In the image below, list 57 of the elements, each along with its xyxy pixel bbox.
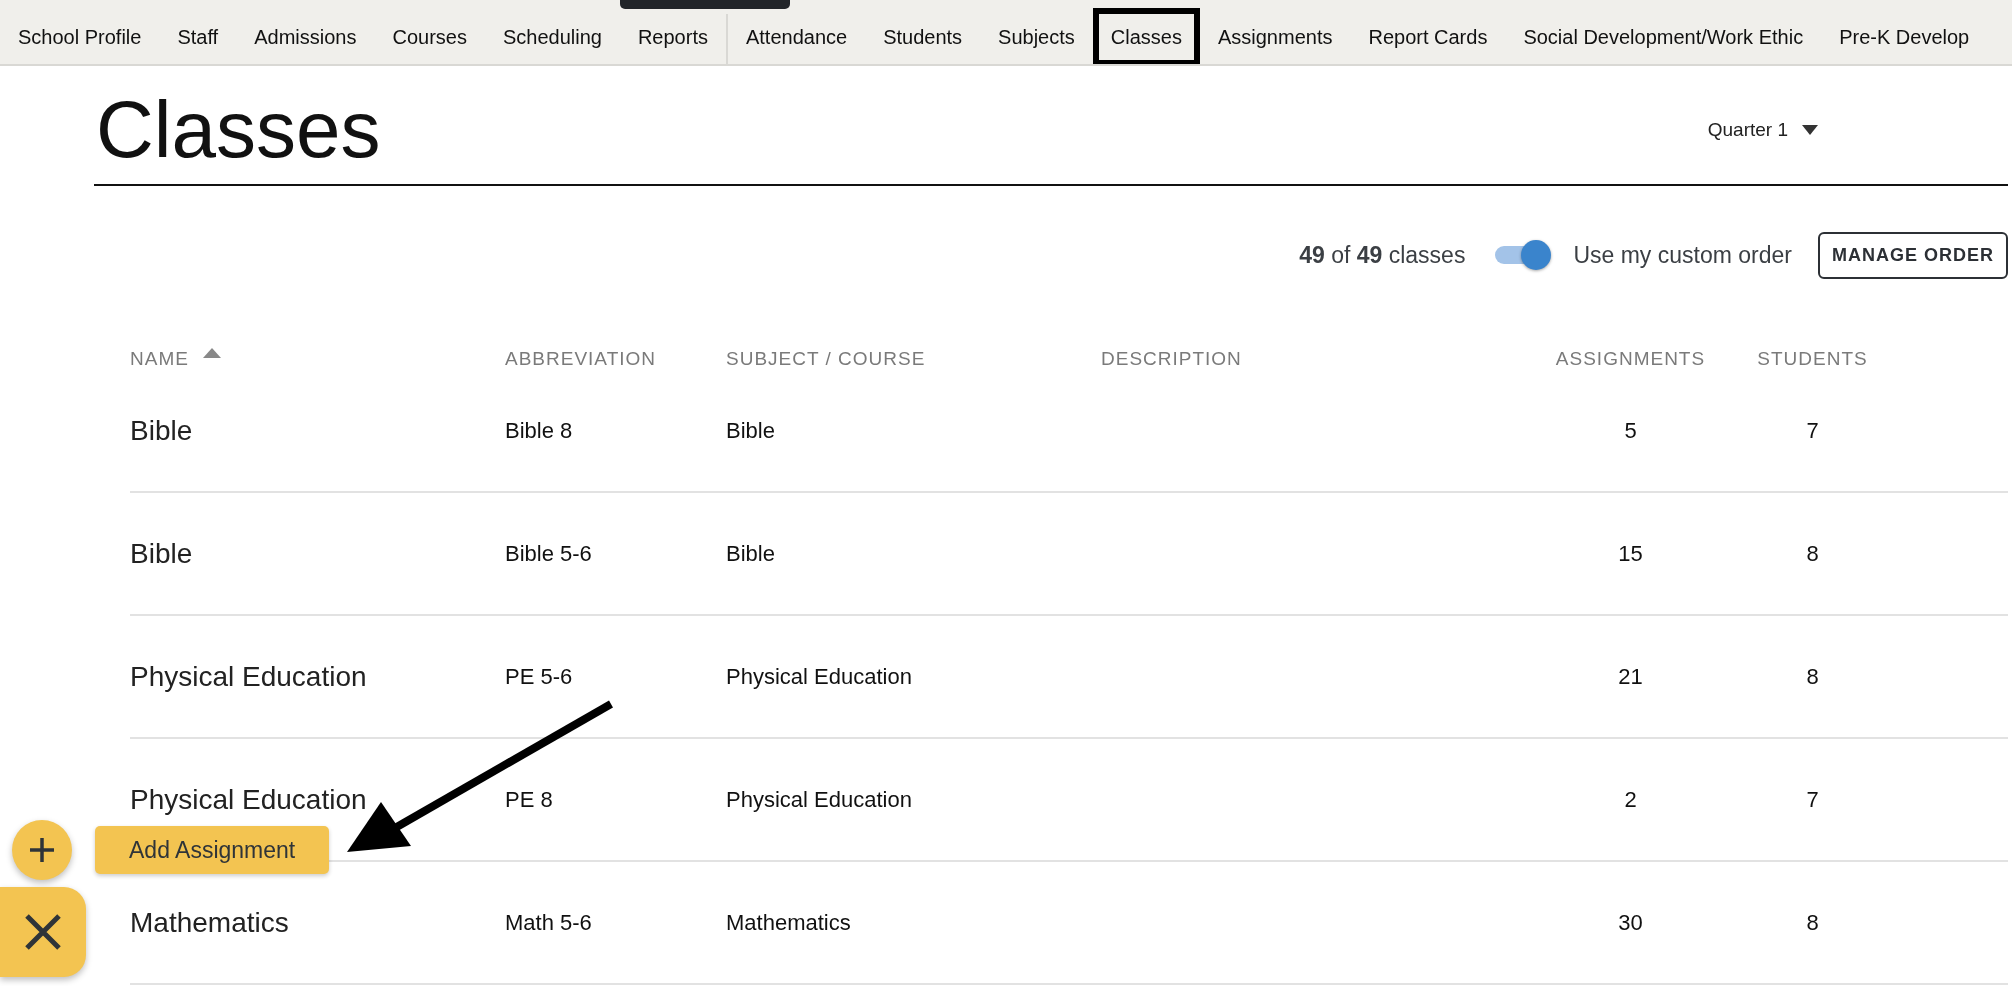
caret-icon — [1802, 125, 1818, 135]
table-cell: Bible — [726, 417, 775, 443]
table-cell: 7 — [1806, 417, 1819, 443]
column-header[interactable]: ASSIGNMENTS — [1555, 348, 1706, 370]
term-dropdown[interactable]: Quarter 1 — [1701, 118, 1824, 142]
table-cell: Bible — [130, 537, 193, 569]
add-button[interactable] — [12, 820, 72, 880]
table-cell: Physical Education — [726, 663, 912, 689]
sort-icon[interactable] — [202, 348, 221, 358]
nav-tab[interactable]: Social Development/Work Ethic — [1505, 8, 1822, 64]
nav-tab[interactable]: Staff — [159, 8, 237, 64]
nav-tab[interactable]: Courses — [374, 8, 485, 64]
column-header[interactable]: SUBJECT / COURSE — [726, 348, 926, 370]
table-cell: 8 — [1806, 663, 1819, 689]
nav-tab[interactable]: Admissions — [236, 8, 375, 64]
plus-icon — [28, 836, 56, 864]
table-cell: 8 — [1806, 540, 1819, 566]
table-cell: Bible — [130, 414, 193, 446]
table-cell: Physical Education — [726, 786, 912, 812]
nav-tab[interactable]: Report Cards — [1350, 8, 1506, 64]
nav-tab[interactable]: Assignments — [1199, 8, 1351, 64]
column-header[interactable]: STUDENTS — [1757, 348, 1868, 370]
table-cell: 30 — [1618, 909, 1643, 935]
nav-tab[interactable]: School Profile — [0, 8, 160, 64]
close-icon — [24, 913, 62, 951]
nav-tab[interactable]: Reports — [619, 8, 726, 64]
table-cell: 7 — [1806, 786, 1819, 812]
manage-order-button[interactable]: MANAGE ORDER — [1818, 231, 2008, 279]
table-cell: Bible 5-6 — [505, 540, 592, 566]
add-assignment-button[interactable]: Add Assignment — [95, 826, 330, 874]
class-count: 49 of 49 classes — [1299, 241, 1466, 269]
table-cell: Bible — [726, 540, 775, 566]
nav-tab[interactable]: Classes — [1092, 8, 1200, 64]
toggle-label: Use my custom order — [1573, 241, 1792, 269]
nav-tab[interactable]: Students — [865, 8, 981, 64]
page-title: Classes — [95, 84, 382, 176]
column-header[interactable]: DESCRIPTION — [1101, 348, 1242, 370]
column-header[interactable]: ABBREVIATION — [505, 348, 656, 370]
nav-tab[interactable]: Pre-K Develop — [1821, 8, 1988, 64]
table-cell: Mathematics — [726, 909, 851, 935]
table-cell: Physical Education — [130, 660, 367, 692]
column-header[interactable]: NAME — [130, 348, 189, 370]
table-cell: PE 5-6 — [505, 663, 573, 689]
table-cell: Physical Education — [130, 783, 367, 815]
table-cell: 5 — [1624, 417, 1637, 443]
table-cell: PE 8 — [505, 786, 553, 812]
table-cell: 21 — [1618, 663, 1643, 689]
table-cell: 15 — [1618, 540, 1643, 566]
table-cell: Mathematics — [130, 906, 289, 938]
close-button[interactable] — [0, 887, 86, 977]
table-cell: 2 — [1624, 786, 1637, 812]
nav-tab[interactable]: Attendance — [727, 8, 866, 64]
table-cell: Math 5-6 — [505, 909, 592, 935]
nav-tab[interactable]: Subjects — [980, 8, 1093, 64]
table-cell: Bible 8 — [505, 417, 573, 443]
nav-tab[interactable]: Scheduling — [484, 8, 620, 64]
table-cell: 8 — [1806, 909, 1819, 935]
